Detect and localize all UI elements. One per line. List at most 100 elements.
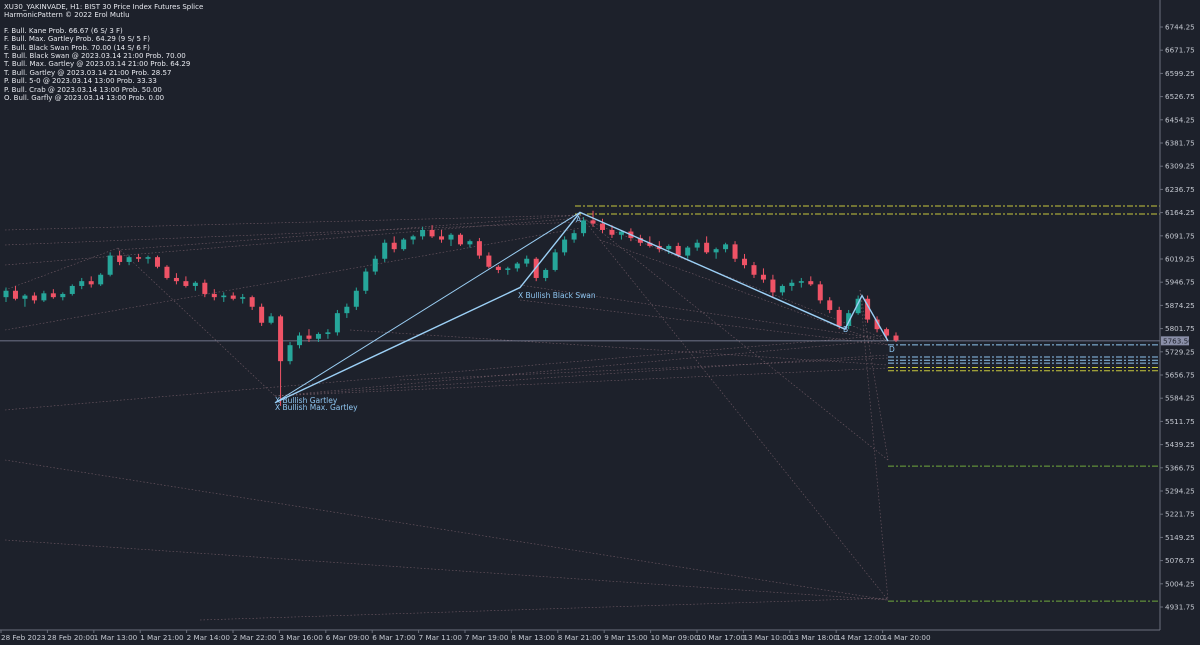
stat-line: P. Bull. 5-0 @ 2023.03.14 13:00 Prob. 33… — [4, 77, 157, 86]
candle-body — [240, 297, 246, 299]
pattern-label-black-swan: X Bullish Black Swan — [518, 291, 596, 300]
y-tick-label: 5221.75 — [1165, 510, 1195, 519]
x-tick-label: 28 Feb 2023 — [1, 633, 46, 642]
candle-body — [344, 306, 350, 314]
candle-body — [325, 332, 331, 334]
projection-line — [274, 367, 889, 397]
candle-body — [514, 263, 520, 269]
candle-body — [50, 293, 56, 298]
candle-body — [278, 316, 284, 362]
x-tick-label: 1 Mar 21:00 — [140, 633, 184, 642]
projection-line — [117, 247, 276, 397]
candle-body — [249, 297, 255, 307]
y-tick-label: 6381.75 — [1165, 139, 1195, 148]
candle-body — [315, 333, 321, 339]
candle-body — [694, 242, 700, 248]
candle-body — [713, 249, 719, 253]
candle-body — [221, 295, 227, 298]
pattern-point-b: B — [843, 325, 848, 334]
candle-body — [495, 266, 501, 270]
candle-body — [420, 229, 426, 237]
projection-line — [4, 214, 581, 231]
candle-body — [401, 239, 407, 250]
indicator-info-panel: XU30_YAKINVADE, H1: BIST 30 Price Index … — [4, 3, 203, 102]
stat-line: F. Bull. Black Swan Prob. 70.00 (14 S/ 6… — [4, 43, 150, 52]
projection-line — [4, 334, 889, 411]
candle-body — [211, 293, 217, 298]
projection-line — [4, 459, 889, 601]
candle-body — [306, 335, 312, 339]
candle-body — [827, 300, 833, 310]
candle-body — [391, 242, 397, 250]
x-tick-label: 7 Mar 19:00 — [465, 633, 509, 642]
candle-body — [173, 277, 179, 282]
x-tick-label: 2 Mar 22:00 — [233, 633, 277, 642]
candle-body — [808, 281, 814, 285]
candle-body — [31, 295, 37, 301]
candle-body — [154, 257, 160, 267]
candle-body — [429, 229, 435, 237]
candle-body — [126, 257, 132, 262]
candle-body — [666, 245, 672, 250]
candle-body — [136, 257, 142, 259]
candle-body — [836, 309, 842, 326]
stat-line: O. Bull. Garfly @ 2023.03.14 13:00 Prob.… — [4, 93, 165, 102]
candle-body — [524, 258, 530, 264]
candle-body — [353, 290, 359, 307]
candle-body — [12, 290, 18, 299]
candle-body — [732, 244, 738, 259]
projection-line — [199, 597, 889, 621]
projection-line — [117, 214, 581, 251]
candle-body — [117, 255, 123, 262]
candle-body — [486, 255, 492, 267]
projection-line — [519, 299, 889, 346]
candle-body — [145, 257, 151, 259]
candle-body — [609, 229, 615, 235]
candle-body — [287, 345, 293, 362]
candle-body — [704, 242, 710, 253]
candle-body — [448, 234, 454, 240]
y-tick-label: 6236.75 — [1165, 185, 1195, 194]
candle-body — [571, 233, 577, 240]
candle-body — [382, 242, 388, 259]
candle-body — [372, 258, 378, 272]
candle-body — [817, 284, 823, 301]
y-tick-label: 6091.75 — [1165, 231, 1195, 240]
candle-body — [3, 290, 9, 298]
current-price-text: 5763.50 — [1163, 336, 1193, 345]
x-tick-label: 28 Feb 20:00 — [47, 633, 95, 642]
x-tick-label: 8 Mar 13:00 — [511, 633, 555, 642]
indicator-name: HarmonicPattern © 2022 Erol Mutlu — [4, 11, 130, 20]
stat-line: P. Bull. Crab @ 2023.03.14 13:00 Prob. 5… — [4, 85, 162, 94]
candle-body — [41, 293, 47, 301]
candle-body — [22, 295, 28, 299]
candle-body — [779, 285, 785, 293]
y-tick-label: 5801.75 — [1165, 324, 1195, 333]
candle-body — [562, 239, 568, 253]
candle-body — [439, 236, 445, 240]
candle-body — [685, 247, 691, 256]
candle-body — [467, 241, 473, 245]
projection-line — [579, 217, 889, 341]
candle-body — [599, 223, 605, 230]
y-tick-label: 5874.25 — [1165, 301, 1195, 310]
candle-body — [581, 220, 587, 234]
y-tick-label: 5076.75 — [1165, 556, 1195, 565]
x-tick-label: 6 Mar 17:00 — [372, 633, 416, 642]
x-tick-label: 1 Mar 13:00 — [94, 633, 138, 642]
x-tick-label: 7 Mar 11:00 — [419, 633, 463, 642]
candle-body — [760, 274, 766, 280]
y-tick-label: 4931.75 — [1165, 603, 1195, 612]
x-tick-label: 13 Mar 18:00 — [790, 633, 838, 642]
y-tick-label: 5439.25 — [1165, 440, 1195, 449]
candle-body — [723, 244, 729, 250]
chart-window[interactable]: X Bullish Gartley X Bullish Max. Gartley X… — [0, 0, 1200, 645]
candle-body — [770, 279, 776, 293]
y-tick-label: 5729.25 — [1165, 347, 1195, 356]
candle-body — [230, 295, 236, 299]
y-tick-label: 5511.75 — [1165, 417, 1195, 426]
projection-line — [4, 539, 889, 601]
pattern-label-max-gartley: X Bullish Max. Gartley — [275, 403, 358, 412]
projection-line — [579, 214, 889, 601]
y-tick-label: 5149.25 — [1165, 533, 1195, 542]
